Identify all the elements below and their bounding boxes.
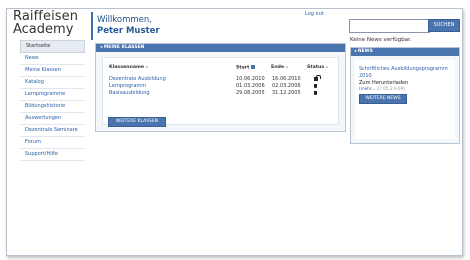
sort-icon[interactable]: ▵: [286, 65, 288, 70]
sidebar-item-forum[interactable]: Forum: [20, 137, 85, 149]
sidebar-item-katalog[interactable]: Katalog: [20, 77, 85, 89]
column-header-name[interactable]: Klassenname ▵: [109, 65, 148, 70]
news-status-text: Keine News verfügbar.: [350, 37, 412, 43]
column-header-status[interactable]: Status ▵: [307, 65, 328, 70]
class-name-link[interactable]: Dezentrale Ausbildung: [109, 76, 166, 82]
sidebar-item-startseite[interactable]: Startseite: [20, 40, 85, 53]
unlock-icon: [314, 75, 321, 81]
more-classes-button[interactable]: WEITERE KLASSEN: [108, 117, 166, 127]
sort-icon[interactable]: ▵: [326, 65, 328, 70]
column-header-start[interactable]: Start: [236, 65, 255, 71]
class-end: 02.03.2006: [272, 83, 301, 89]
sort-icon[interactable]: ▵: [146, 65, 148, 70]
class-start: 10.06.2010: [236, 76, 265, 82]
sidebar-item-meine-klassen[interactable]: Meine Klassen: [20, 65, 85, 77]
brand-line-2: Academy: [13, 22, 74, 37]
sidebar-item-news[interactable]: News: [20, 53, 85, 65]
news-item-title[interactable]: Schriftliches Ausbildungsprogramm 2010: [359, 66, 451, 79]
user-name: Peter Muster: [97, 26, 160, 36]
news-panel: ◂ NEWS Schriftliches Ausbildungsprogramm…: [350, 47, 460, 144]
news-item-more-link[interactable]: (mehr... 27.05.2.9.09): [359, 86, 405, 91]
my-classes-title: MEINE KLASSEN: [103, 45, 145, 50]
search-button[interactable]: SUCHEN: [428, 19, 460, 32]
sidebar-nav: Startseite News Meine Klassen Katalog Le…: [20, 40, 85, 161]
my-classes-panel: ◂ MEINE KLASSEN Klassenname ▵ Start Ende…: [95, 43, 346, 132]
news-title: NEWS: [357, 49, 373, 54]
sort-active-icon[interactable]: [250, 65, 255, 69]
class-end: 16.06.2010: [272, 76, 301, 82]
header-divider: [91, 12, 93, 40]
column-header-end[interactable]: Ende ▵: [271, 65, 288, 70]
class-name-link[interactable]: Lernprogramm: [109, 83, 146, 89]
news-item-meta: 27.05.2.9.09): [376, 86, 405, 91]
welcome-text: Willkommen,: [97, 15, 153, 25]
lock-icon: [314, 91, 317, 95]
class-name-link[interactable]: Basisausbildung: [109, 90, 150, 96]
logout-link[interactable]: Log out: [305, 11, 324, 17]
news-content: Schriftliches Ausbildungsprogramm 2010 Z…: [355, 60, 455, 139]
class-start: 01.03.2006: [236, 83, 265, 89]
sidebar-item-support[interactable]: Support/Hilfe: [20, 149, 85, 161]
search-input[interactable]: [349, 19, 430, 33]
brand-logo[interactable]: Raiffeisen Academy: [13, 10, 78, 36]
sidebar-item-auswertungen[interactable]: Auswertungen: [20, 113, 85, 125]
sidebar-item-dezentrale-seminare[interactable]: Dezentrale Seminare: [20, 125, 85, 137]
my-classes-table: Klassenname ▵ Start Ende ▵ Status ▵ Deze…: [102, 57, 339, 127]
class-end: 31.12.2005: [272, 90, 301, 96]
lock-icon: [314, 84, 317, 88]
sidebar-item-bildungshistorie[interactable]: Bildungshistorie: [20, 101, 85, 113]
sidebar-item-lernprogramme[interactable]: Lernprogramme: [20, 89, 85, 101]
class-start: 29.08.2005: [236, 90, 265, 96]
news-header: ◂ NEWS: [351, 48, 459, 56]
my-classes-header: ◂ MEINE KLASSEN: [96, 44, 345, 52]
welcome-block: Willkommen, Peter Muster: [97, 15, 160, 37]
more-news-button[interactable]: WEITERE NEWS: [359, 94, 407, 104]
